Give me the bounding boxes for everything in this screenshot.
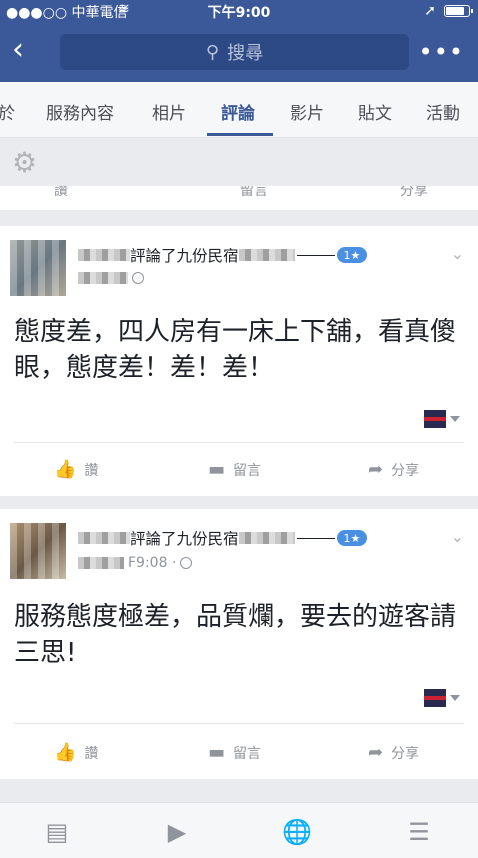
more-options-icon[interactable]: ••• [419, 40, 464, 64]
tab-videos[interactable]: 影片 [290, 99, 324, 124]
thumbs-up-icon: 👍 [54, 459, 77, 480]
post-time: F9:08 · [128, 555, 177, 571]
review-post: 評論了九份民宿 1★ F9:08 · ⌄ 服務態度極差，品質爛，要去的遊客請三思… [0, 509, 478, 779]
like-button[interactable]: 👍 讚 [54, 460, 98, 480]
rating-badge: 1★ [336, 247, 368, 263]
share-icon: ➦ [368, 459, 384, 480]
page-thumbnail-icon[interactable] [424, 410, 460, 428]
reviewed-label[interactable]: 評論了九份民宿 [130, 244, 239, 266]
blurred-place-name[interactable] [238, 532, 295, 544]
filter-bar: ⚙ [0, 138, 478, 186]
page-tabs: 於 服務內容 相片 評論 影片 貼文 活動 [0, 82, 478, 138]
video-icon[interactable]: ▶ [162, 817, 192, 847]
share-button[interactable]: ➦ 分享 [368, 743, 419, 763]
post-body: 服務態度極差，品質爛，要去的遊客請三思! [14, 602, 457, 668]
post-header: 評論了九份民宿 1★ [78, 244, 368, 266]
like-label: 讚 [84, 746, 99, 762]
blurred-username[interactable] [78, 249, 130, 261]
search-icon: ⚲ [205, 41, 220, 63]
avatar[interactable] [10, 523, 66, 579]
avatar[interactable] [10, 240, 66, 296]
public-audience-icon [180, 557, 193, 569]
like-button[interactable]: 👍 讚 [54, 743, 98, 763]
comment-icon: ▬ [208, 742, 226, 763]
post-meta: F9:08 · [78, 555, 193, 571]
page-thumbnail-icon[interactable] [424, 689, 460, 707]
post-meta [78, 272, 144, 284]
review-post: 評論了九份民宿 1★ ⌄ 態度差，四人房有一床上下舖，看真傻眼，態度差！差！差！… [0, 226, 478, 496]
clock: 下午9:00 [207, 5, 271, 21]
tab-services[interactable]: 服務內容 [46, 99, 114, 124]
status-right: ➚ [424, 3, 473, 19]
comment-label: 留言 [233, 463, 262, 479]
like-button[interactable]: 讚 [54, 186, 68, 200]
post-body: 態度差，四人房有一床上下舖，看真傻眼，態度差！差！差！ [14, 317, 457, 383]
post-header: 評論了九份民宿 1★ [78, 527, 368, 549]
blurred-timestamp [78, 557, 124, 569]
share-label: 分享 [391, 463, 420, 479]
thumbs-up-icon: 👍 [54, 742, 77, 763]
gear-icon[interactable]: ⚙ [12, 148, 42, 178]
status-bar: ●●●○○ 中華電信 ≋ 下午9:00 ➚ [0, 0, 478, 22]
blurred-username[interactable] [78, 532, 130, 544]
share-button[interactable]: ➦ 分享 [368, 460, 419, 480]
location-icon: ➚ [424, 3, 436, 19]
news-feed-icon[interactable]: ▤ [42, 817, 72, 847]
share-label: 分享 [391, 746, 420, 762]
comment-button[interactable]: ▬ 留言 [208, 743, 261, 763]
tab-reviews[interactable]: 評論 [221, 99, 255, 124]
reviewed-label[interactable]: 評論了九份民宿 [130, 527, 239, 549]
active-tab-indicator [207, 133, 273, 136]
comment-button[interactable]: ▬ 留言 [208, 460, 261, 480]
search-placeholder: 搜尋 [227, 43, 264, 64]
battery-icon [444, 5, 473, 17]
previous-post-actions: 讚 留言 分享 [0, 186, 478, 210]
comment-label: 留言 [233, 746, 262, 762]
public-audience-icon [132, 272, 144, 284]
comment-button[interactable]: 留言 [240, 186, 268, 200]
globe-icon[interactable]: 🌐 [282, 817, 312, 847]
top-nav-bar: ‹ ⚲ 搜尋 ••• [0, 22, 478, 82]
tab-posts[interactable]: 貼文 [358, 99, 392, 124]
tab-partial[interactable]: 於 [0, 99, 15, 124]
blurred-timestamp [78, 272, 128, 284]
like-label: 讚 [84, 463, 99, 479]
share-icon: ➦ [368, 742, 384, 763]
rating-badge: 1★ [336, 530, 368, 546]
comment-icon: ▬ [208, 459, 226, 480]
back-icon[interactable]: ‹ [12, 35, 42, 66]
search-input[interactable]: ⚲ 搜尋 [60, 34, 409, 70]
bottom-tab-bar: ▤ ▶ 🌐 ☰ [0, 802, 478, 858]
tab-events[interactable]: 活動 [426, 99, 460, 124]
chevron-down-icon[interactable]: ⌄ [451, 527, 464, 546]
tab-photos[interactable]: 相片 [152, 99, 186, 124]
menu-icon[interactable]: ☰ [404, 817, 434, 847]
blurred-place-name[interactable] [238, 249, 295, 261]
chevron-down-icon[interactable]: ⌄ [451, 244, 464, 263]
share-button[interactable]: 分享 [400, 186, 428, 200]
